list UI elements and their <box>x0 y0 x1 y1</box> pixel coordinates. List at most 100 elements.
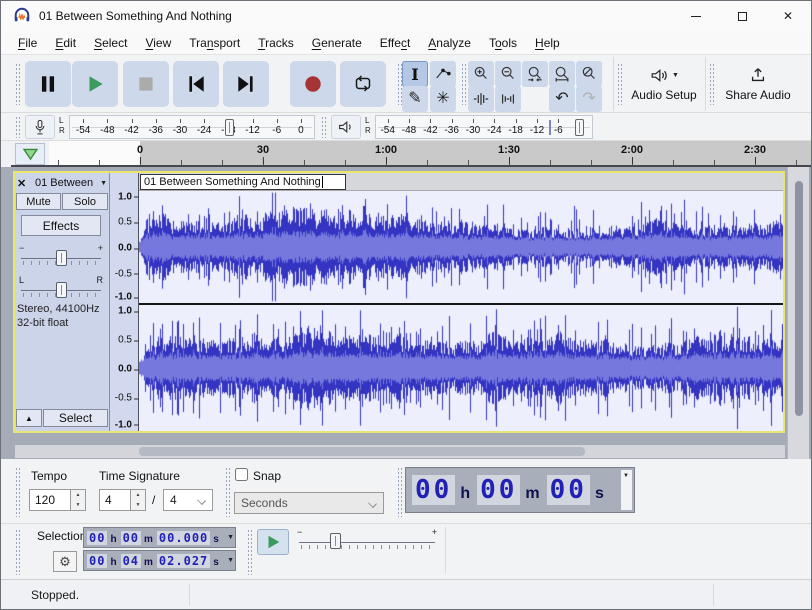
timeline-options-button[interactable] <box>15 143 45 165</box>
clip-header[interactable]: 01 Between Something And Nothing <box>139 173 783 191</box>
play-button[interactable] <box>72 61 118 107</box>
gain-slider[interactable]: − + <box>19 243 103 269</box>
time-signature-upper-input[interactable] <box>99 489 131 511</box>
zoom-in-button[interactable] <box>468 61 494 87</box>
undo-button[interactable]: ↶ <box>549 86 575 112</box>
zoom-toggle-button[interactable] <box>576 61 602 87</box>
time-group[interactable]: 00.000s <box>156 531 222 545</box>
selection-end-display[interactable]: 00h04m02.027s▼ <box>83 550 236 571</box>
selection-toolbar-grip[interactable] <box>15 529 21 575</box>
time-toolbar-grip[interactable] <box>397 467 403 517</box>
menu-help[interactable]: Help <box>526 33 569 53</box>
record-button[interactable] <box>290 61 336 107</box>
menu-effect[interactable]: Effect <box>371 33 419 53</box>
time-digits[interactable]: 00 <box>477 475 520 505</box>
menu-edit[interactable]: Edit <box>46 33 85 53</box>
time-digits[interactable]: 00.000 <box>157 531 210 545</box>
stop-button[interactable] <box>123 61 169 107</box>
maximize-button[interactable] <box>719 1 765 31</box>
time-digits[interactable]: 00 <box>547 475 590 505</box>
gain-slider-handle[interactable] <box>56 250 67 266</box>
spinner-down-icon[interactable]: ▼ <box>131 500 145 510</box>
menu-tracks[interactable]: Tracks <box>249 33 303 53</box>
envelope-tool-button[interactable] <box>430 61 456 87</box>
time-signature-toolbar-grip[interactable] <box>15 467 21 517</box>
playback-speed-slider[interactable]: − + <box>297 527 437 553</box>
horizontal-scrollbar-thumb[interactable] <box>139 447 585 456</box>
minimize-button[interactable] <box>673 1 719 31</box>
loop-button[interactable] <box>340 61 386 107</box>
time-group[interactable]: 04m <box>120 554 156 568</box>
zoom-selection-button[interactable] <box>522 61 548 87</box>
waveform-channel-left[interactable] <box>139 191 783 303</box>
time-group[interactable]: 00h <box>86 531 120 545</box>
snap-mode-select[interactable]: Seconds <box>234 492 384 514</box>
spinner-up-icon[interactable]: ▲ <box>131 490 145 500</box>
menu-file[interactable]: File <box>9 33 46 53</box>
menu-analyze[interactable]: Analyze <box>419 33 480 53</box>
tempo-input[interactable] <box>29 489 71 511</box>
timeline-ruler[interactable]: 0301:001:302:002:30 <box>49 141 811 165</box>
selection-options-button[interactable]: ⚙ <box>53 551 77 572</box>
tempo-spinner[interactable]: ▲ ▼ <box>71 489 86 511</box>
pan-slider[interactable]: L R <box>19 275 103 301</box>
vertical-scrollbar[interactable] <box>787 167 809 459</box>
horizontal-scrollbar[interactable] <box>15 445 785 458</box>
time-group[interactable]: 00m <box>475 475 545 505</box>
time-group[interactable]: 00m <box>120 531 156 545</box>
menu-transport[interactable]: Transport <box>180 33 249 53</box>
time-digits[interactable]: 00 <box>121 531 141 545</box>
play-at-speed-toolbar-grip[interactable] <box>247 529 253 575</box>
menu-generate[interactable]: Generate <box>303 33 371 53</box>
collapse-track-button[interactable]: ▲ <box>16 409 42 427</box>
time-digits[interactable]: 04 <box>121 554 141 568</box>
effects-button[interactable]: Effects <box>21 215 101 236</box>
play-at-speed-button[interactable] <box>257 529 289 555</box>
solo-button[interactable]: Solo <box>62 193 108 210</box>
record-meter[interactable]: -54-48-42-36-30-24-18-12-60 <box>69 115 315 139</box>
record-meter-grip[interactable] <box>15 116 21 138</box>
selection-start-display[interactable]: 00h00m00.000s▼ <box>83 527 236 548</box>
share-audio-button[interactable]: Share Audio <box>715 59 801 109</box>
menu-select[interactable]: Select <box>85 33 136 53</box>
pan-slider-handle[interactable] <box>56 282 67 298</box>
time-group[interactable]: 00h <box>410 475 475 505</box>
close-button[interactable]: ✕ <box>765 1 811 31</box>
multi-tool-button[interactable]: ✳ <box>430 86 456 112</box>
time-format-dropdown[interactable]: ▼ <box>621 470 632 510</box>
time-group[interactable]: 00s <box>545 475 609 505</box>
playback-volume-slider-handle[interactable] <box>575 119 584 136</box>
close-track-button[interactable]: ✕ <box>17 176 33 190</box>
waveform-channel-right[interactable] <box>139 305 783 431</box>
time-digits[interactable]: 00 <box>87 531 107 545</box>
clip-name-input[interactable]: 01 Between Something And Nothing <box>140 174 346 190</box>
menu-view[interactable]: View <box>136 33 180 53</box>
snap-toolbar-grip[interactable] <box>225 467 231 517</box>
pause-button[interactable] <box>25 61 71 107</box>
mute-button[interactable]: Mute <box>16 193 61 210</box>
speed-slider-handle[interactable] <box>330 533 341 549</box>
fit-project-button[interactable] <box>549 61 575 87</box>
time-digits[interactable]: 02.027 <box>157 554 210 568</box>
playback-meter-speaker-button[interactable] <box>331 115 361 139</box>
time-signature-spinner[interactable]: ▲ ▼ <box>131 489 146 511</box>
menu-tools[interactable]: Tools <box>480 33 526 53</box>
audio-setup-button[interactable]: ▼ Audio Setup <box>623 59 705 109</box>
vertical-scrollbar-thumb[interactable] <box>795 181 803 416</box>
playback-meter-grip[interactable] <box>321 116 327 138</box>
edit-toolbar-grip[interactable] <box>461 63 467 105</box>
time-digits[interactable]: 00 <box>412 475 455 505</box>
time-digits[interactable]: 00 <box>87 554 107 568</box>
snap-checkbox[interactable] <box>235 468 248 481</box>
time-signature-lower-select[interactable]: 4 <box>163 489 213 511</box>
spinner-up-icon[interactable]: ▲ <box>71 490 85 500</box>
selection-tool-button[interactable]: I <box>402 61 428 87</box>
select-track-button[interactable]: Select <box>43 409 108 427</box>
time-group[interactable]: 00h <box>86 554 120 568</box>
playback-meter[interactable]: -54-48-42-36-30-24-18-12-6 <box>375 115 593 139</box>
time-group[interactable]: 02.027s <box>156 554 222 568</box>
silence-audio-button[interactable] <box>495 86 521 112</box>
spinner-down-icon[interactable]: ▼ <box>71 500 85 510</box>
draw-tool-button[interactable]: ✎ <box>402 86 428 112</box>
track-menu-button[interactable]: 01 Between ▼ <box>35 176 107 190</box>
